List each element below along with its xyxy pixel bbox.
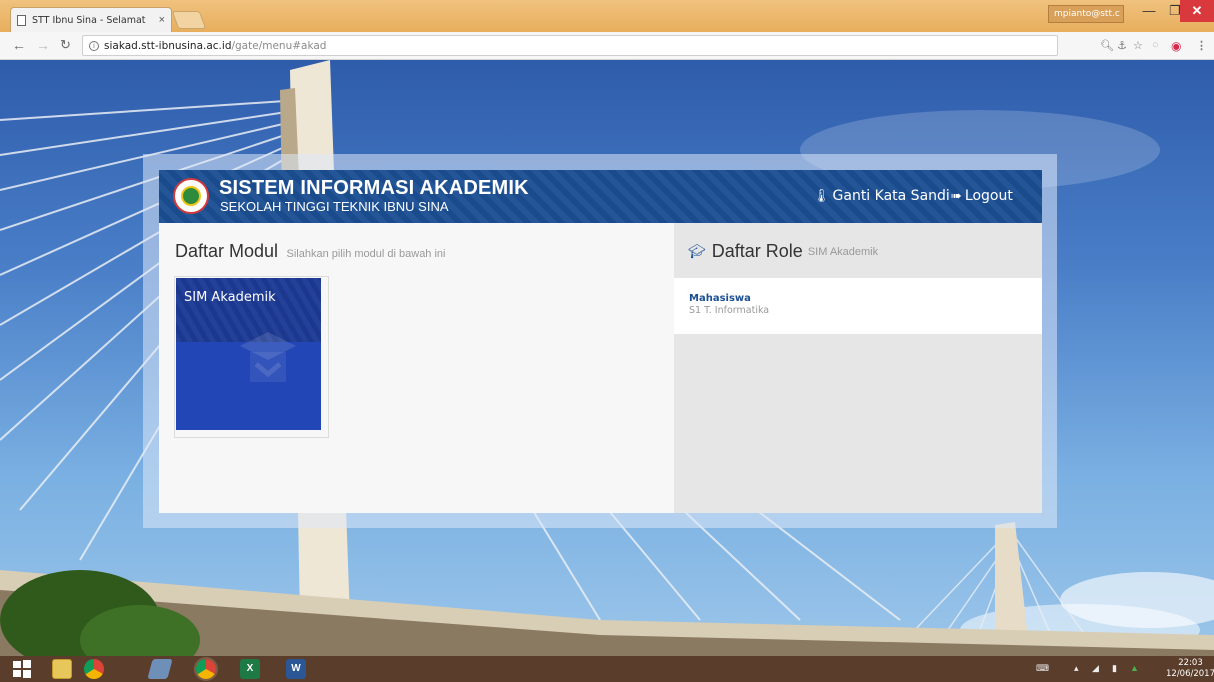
url-host: siakad.stt-ibnusina.ac.id: [104, 39, 232, 52]
close-window-icon[interactable]: ✕: [1180, 0, 1214, 22]
graduation-cap-icon: [240, 332, 296, 382]
word-icon[interactable]: W: [286, 659, 306, 679]
role-list-section: 🎓︎ Daftar Role SIM Akademik Mahasiswa S1…: [674, 223, 1042, 513]
module-list-heading: Daftar Modul Silahkan pilih modul di baw…: [175, 241, 445, 262]
search-extension-icon[interactable]: ○: [1152, 39, 1159, 51]
tab-title: STT Ibnu Sina - Selamat: [32, 14, 146, 26]
module-list-title: Daftar Modul: [175, 241, 279, 261]
change-password-link[interactable]: 🌡︎ Ganti Kata Sandi: [813, 188, 950, 204]
role-item-mahasiswa[interactable]: Mahasiswa S1 T. Informatika: [674, 278, 1042, 334]
battery-icon[interactable]: ▮: [1112, 663, 1117, 674]
tab-close-icon[interactable]: ×: [159, 14, 165, 26]
module-card-sim-akademik[interactable]: SIM Akademik: [174, 276, 329, 438]
change-password-label: Ganti Kata Sandi: [832, 188, 950, 204]
institution-logo: [173, 178, 209, 214]
power-extension-icon[interactable]: ◉: [1171, 39, 1181, 53]
graduation-cap-icon: 🎓︎: [688, 243, 706, 259]
logout-link[interactable]: ➠ Logout: [951, 188, 1013, 204]
logout-icon: ➠: [951, 188, 962, 204]
module-list-section: Daftar Modul Silahkan pilih modul di baw…: [159, 223, 674, 513]
keyboard-icon[interactable]: ⌨︎: [1036, 663, 1049, 674]
back-icon[interactable]: ←: [12, 37, 26, 53]
url-path: /gate/menu#akad: [231, 39, 327, 52]
app-title: SISTEM INFORMASI AKADEMIK: [219, 177, 529, 199]
chrome-icon[interactable]: [84, 659, 104, 679]
excel-icon[interactable]: X: [240, 659, 260, 679]
browser-tab[interactable]: STT Ibnu Sina - Selamat ×: [10, 7, 172, 32]
logout-label: Logout: [964, 188, 1013, 204]
module-tile[interactable]: SIM Akademik: [176, 278, 321, 430]
windows-start-icon[interactable]: [12, 659, 32, 679]
clock-time: 22:03: [1178, 658, 1203, 668]
chrome-active-icon[interactable]: [194, 657, 218, 681]
network-icon[interactable]: ◢: [1092, 663, 1099, 674]
clock-date: 12/06/2017: [1166, 669, 1214, 679]
page-icon: [17, 14, 26, 26]
file-explorer-icon[interactable]: [52, 659, 72, 679]
app-subtitle: SEKOLAH TINGGI TEKNIK IBNU SINA: [220, 199, 449, 214]
url-input[interactable]: i siakad.stt-ibnusina.ac.id /gate/menu#a…: [82, 35, 1058, 56]
thermometer-icon: 🌡︎: [813, 188, 830, 204]
profile-chip[interactable]: mpianto@stt.c: [1048, 5, 1124, 23]
taskbar-clock[interactable]: 22:03 12/06/2017: [1166, 658, 1214, 680]
zoom-icon[interactable]: 🔍︎: [1100, 39, 1114, 52]
drive-sync-icon[interactable]: ▲: [1130, 663, 1139, 673]
role-list-heading: 🎓︎ Daftar Role SIM Akademik: [688, 241, 878, 262]
info-icon[interactable]: i: [89, 40, 99, 51]
role-list-title: Daftar Role: [711, 241, 803, 261]
star-icon[interactable]: ☆: [1133, 39, 1143, 52]
forward-icon[interactable]: →: [36, 37, 50, 53]
tray-expand-icon[interactable]: ▴: [1074, 663, 1079, 674]
role-name[interactable]: Mahasiswa: [689, 293, 1027, 304]
os-taskbar: X W ⌨︎ ▴ ◢ ▮ ▲ 22:03 12/06/2017: [0, 656, 1214, 682]
reload-icon[interactable]: ↻: [60, 37, 71, 53]
address-bar: ← → ↻ i siakad.stt-ibnusina.ac.id /gate/…: [0, 32, 1214, 60]
role-description: S1 T. Informatika: [689, 305, 770, 316]
new-tab-button[interactable]: [171, 11, 207, 29]
app-header: SISTEM INFORMASI AKADEMIK SEKOLAH TINGGI…: [159, 170, 1042, 223]
module-label: SIM Akademik: [184, 290, 276, 305]
app-icon[interactable]: [147, 659, 173, 679]
module-list-subtitle: Silahkan pilih modul di bawah ini: [286, 248, 446, 260]
role-list-subtitle: SIM Akademik: [807, 245, 879, 258]
extension-icon[interactable]: ⚓︎: [1117, 39, 1127, 52]
menu-icon[interactable]: ⋮: [1196, 39, 1207, 52]
browser-titlebar: STT Ibnu Sina - Selamat × mpianto@stt.c …: [0, 0, 1214, 32]
